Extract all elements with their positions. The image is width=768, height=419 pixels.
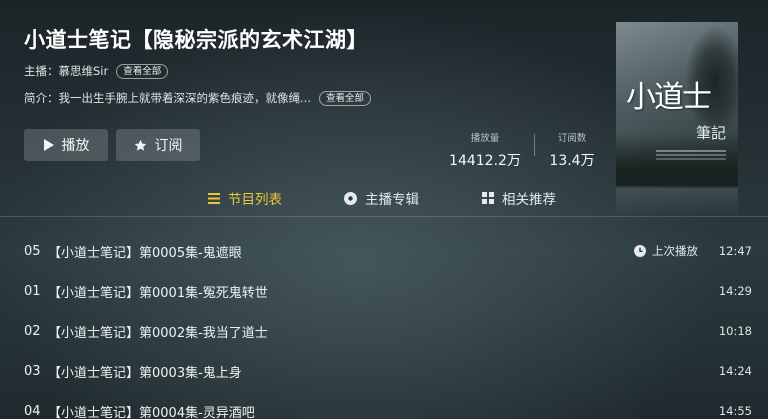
episode-title: 【小道士笔记】第0001集-冤死鬼转世 <box>48 285 268 301</box>
tab-bar: 节目列表 主播专辑 相关推荐 <box>0 186 768 210</box>
cover-fine-print <box>656 150 726 152</box>
episode-duration: 12:47 <box>718 244 752 258</box>
episode-duration: 10:18 <box>718 324 752 338</box>
episode-title: 【小道士笔记】第0003集-鬼上身 <box>48 365 242 381</box>
intro-row: 简介： 我一出生手腕上就带着深深的紫色痕迹，就像绳... 查看全部 <box>24 89 371 107</box>
program-title: 小道士笔记【隐秘宗派的玄术江湖】 <box>24 28 368 52</box>
intro-label: 简介： <box>24 91 59 105</box>
episode-number: 02 <box>24 323 41 339</box>
subs-label: 订阅数 <box>557 133 587 144</box>
subs-value: 13.4万 <box>549 153 595 169</box>
episode-duration: 14:55 <box>718 404 752 418</box>
episode-row[interactable]: 01 【小道士笔记】第0001集-冤死鬼转世 14:29 <box>0 271 768 311</box>
intro-view-all-button[interactable]: 查看全部 <box>318 90 371 106</box>
episode-title: 【小道士笔记】第0002集-我当了道士 <box>48 325 268 341</box>
clock-icon <box>634 245 646 257</box>
host-row: 主播： 慕思维Sir 查看全部 <box>24 62 169 80</box>
tab-divider <box>0 216 768 217</box>
cover-title: 小道士 <box>626 80 712 115</box>
tab-recommendations[interactable]: 相关推荐 <box>482 186 556 210</box>
subscribe-label: 订阅 <box>154 138 183 154</box>
episode-number: 05 <box>24 243 41 259</box>
album-cover: 小道士 筆記 <box>616 22 738 186</box>
episode-row[interactable]: 03 【小道士笔记】第0003集-鬼上身 14:24 <box>0 351 768 391</box>
play-label: 播放 <box>61 138 90 154</box>
tab-host-albums-label: 主播专辑 <box>365 192 419 208</box>
episode-number: 04 <box>24 403 41 419</box>
tab-episode-list[interactable]: 节目列表 <box>208 186 282 210</box>
stat-divider <box>534 134 535 156</box>
tab-episode-list-label: 节目列表 <box>228 192 282 208</box>
plays-value: 14412.2万 <box>449 153 521 169</box>
episode-number: 03 <box>24 363 41 379</box>
subs-stat: 订阅数 13.4万 <box>546 130 598 170</box>
episode-duration: 14:29 <box>718 284 752 298</box>
episode-row[interactable]: 04 【小道士笔记】第0004集-灵异酒吧 14:55 <box>0 391 768 419</box>
episode-title: 【小道士笔记】第0005集-鬼遮眼 <box>48 245 242 261</box>
episode-row[interactable]: 05 【小道士笔记】第0005集-鬼遮眼 上次播放 12:47 <box>0 231 768 271</box>
episode-title: 【小道士笔记】第0004集-灵异酒吧 <box>48 405 255 419</box>
plays-stat: 播放量 14412.2万 <box>447 130 523 170</box>
episode-number: 01 <box>24 283 41 299</box>
list-icon <box>208 192 220 204</box>
host-name[interactable]: 慕思维Sir <box>59 63 109 79</box>
episode-row[interactable]: 02 【小道士笔记】第0002集-我当了道士 10:18 <box>0 311 768 351</box>
host-label: 主播： <box>24 64 59 78</box>
disc-icon <box>344 191 357 205</box>
intro-text: 我一出生手腕上就带着深深的紫色痕迹，就像绳... <box>58 91 311 105</box>
cover-subtitle: 筆記 <box>696 124 727 142</box>
play-button[interactable]: 播放 <box>24 129 108 161</box>
host-view-all-button[interactable]: 查看全部 <box>116 63 169 79</box>
last-played-label: 上次播放 <box>652 244 698 258</box>
tab-host-albums[interactable]: 主播专辑 <box>344 186 419 210</box>
tab-recommendations-label: 相关推荐 <box>502 192 556 208</box>
last-played-indicator: 上次播放 <box>634 243 698 259</box>
subscribe-button[interactable]: 订阅 <box>116 129 200 161</box>
star-icon <box>134 139 147 152</box>
plays-label: 播放量 <box>470 133 500 144</box>
episode-duration: 14:24 <box>718 364 752 378</box>
grid-icon <box>482 192 494 204</box>
play-icon <box>43 139 54 151</box>
